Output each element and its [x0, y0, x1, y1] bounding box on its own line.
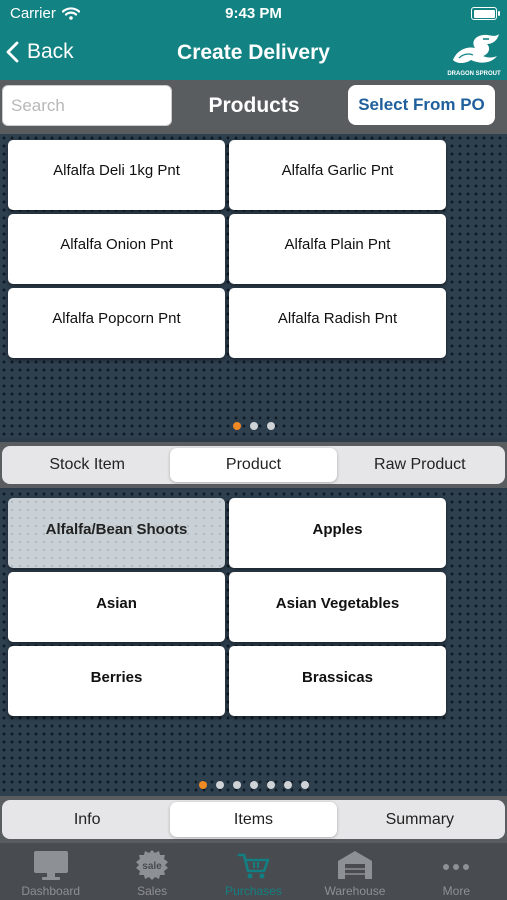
segment-track: Info Items Summary: [2, 800, 505, 839]
segment-summary[interactable]: Summary: [337, 802, 503, 837]
page-dot[interactable]: [283, 781, 292, 789]
tab-label: Dashboard: [21, 884, 81, 898]
cart-icon: [237, 853, 269, 879]
product-tile[interactable]: Alfalfa Radish Pnt: [229, 288, 446, 358]
dragon-logo-icon: [453, 34, 499, 63]
products-page-indicator[interactable]: [0, 422, 507, 430]
segment-info[interactable]: Info: [4, 802, 170, 837]
more-icon: [443, 864, 470, 870]
tab-label: Purchases: [225, 884, 282, 898]
tab-warehouse[interactable]: Warehouse: [304, 843, 405, 900]
page-dot[interactable]: [266, 781, 275, 789]
page-dot[interactable]: [249, 422, 258, 430]
category-tile[interactable]: Brassicas: [229, 646, 446, 716]
category-tile-selected[interactable]: Alfalfa/Bean Shoots: [8, 498, 225, 568]
tab-label: Sales: [137, 884, 168, 898]
category-tile[interactable]: Asian Vegetables: [229, 572, 446, 642]
page-dot[interactable]: [266, 422, 275, 430]
products-heading: Products: [208, 94, 300, 117]
product-tile[interactable]: Alfalfa Onion Pnt: [8, 214, 225, 284]
segment-stock-item[interactable]: Stock Item: [4, 448, 170, 482]
tab-dashboard[interactable]: Dashboard: [0, 843, 101, 900]
section-segmented-control: Info Items Summary: [0, 796, 507, 843]
tab-more[interactable]: More: [406, 843, 507, 900]
category-tile[interactable]: Berries: [8, 646, 225, 716]
select-from-po-button[interactable]: Select From PO: [348, 85, 495, 125]
monitor-icon: [33, 851, 68, 880]
segment-items[interactable]: Items: [170, 802, 337, 837]
product-tile[interactable]: Alfalfa Deli 1kg Pnt: [8, 140, 225, 210]
back-button[interactable]: Back: [6, 40, 74, 64]
svg-text:sale: sale: [142, 861, 162, 872]
product-tile[interactable]: Alfalfa Garlic Pnt: [229, 140, 446, 210]
segment-product[interactable]: Product: [170, 448, 337, 482]
bottom-tab-bar: Dashboard sale Sales Purchases Warehouse: [0, 843, 507, 900]
segment-raw-product[interactable]: Raw Product: [337, 448, 503, 482]
tab-label: More: [442, 884, 470, 898]
navigation-bar: Back Create Delivery DRAGON SPROUT: [0, 30, 507, 80]
page-dot[interactable]: [215, 781, 224, 789]
logo-text: DRAGON SPROUT: [447, 71, 501, 77]
page-dot[interactable]: [198, 781, 207, 789]
warehouse-icon: [337, 851, 372, 879]
dragon-sprout-logo: DRAGON SPROUT: [445, 30, 503, 80]
back-label: Back: [27, 40, 74, 63]
battery-icon: [471, 7, 500, 20]
tab-purchases[interactable]: Purchases: [203, 843, 304, 900]
page-title: Create Delivery: [177, 41, 330, 64]
item-type-segmented-control: Stock Item Product Raw Product: [0, 442, 507, 488]
status-bar: Carrier 9:43 PM: [0, 0, 507, 30]
segment-track: Stock Item Product Raw Product: [2, 446, 505, 484]
product-tile[interactable]: Alfalfa Popcorn Pnt: [8, 288, 225, 358]
category-tile[interactable]: Apples: [229, 498, 446, 568]
categories-page-indicator[interactable]: [0, 781, 507, 789]
products-toolbar: Products Select From PO: [0, 80, 507, 134]
search-input[interactable]: [2, 85, 172, 126]
tab-label: Warehouse: [324, 884, 386, 898]
chevron-left-icon: [6, 41, 19, 63]
page-dot[interactable]: [232, 781, 241, 789]
product-tile[interactable]: Alfalfa Plain Pnt: [229, 214, 446, 284]
page-dot[interactable]: [300, 781, 309, 789]
category-tile[interactable]: Asian: [8, 572, 225, 642]
status-time: 9:43 PM: [225, 5, 282, 22]
sale-tag-icon: sale: [136, 850, 169, 880]
page-dot[interactable]: [249, 781, 258, 789]
tab-sales[interactable]: sale Sales: [101, 843, 202, 900]
category-grid: Alfalfa/Bean Shoots Apples Asian Asian V…: [0, 490, 507, 796]
products-grid: Alfalfa Deli 1kg Pnt Alfalfa Garlic Pnt …: [0, 134, 507, 438]
page-dot[interactable]: [232, 422, 241, 430]
